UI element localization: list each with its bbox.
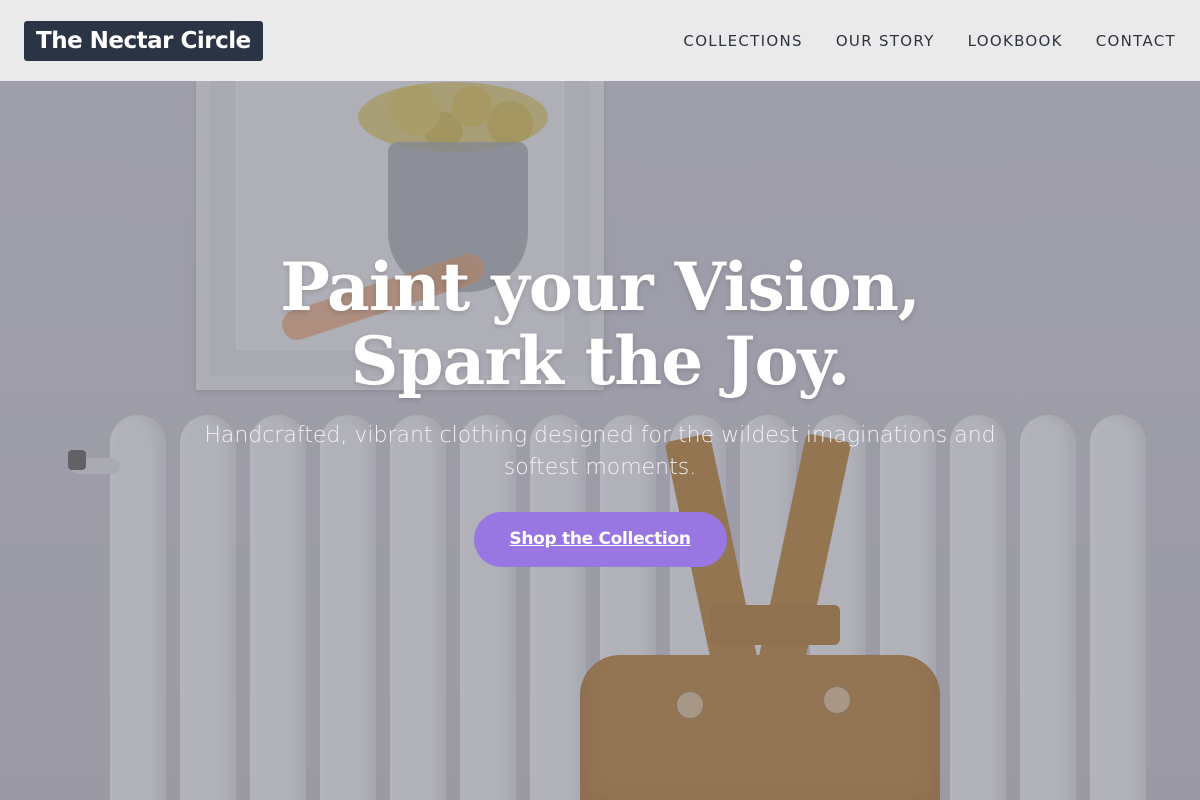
nav-lookbook[interactable]: LOOKBOOK (968, 32, 1063, 50)
nav-contact[interactable]: CONTACT (1096, 32, 1176, 50)
hero-content: Paint your Vision, Spark the Joy. Handcr… (0, 250, 1200, 567)
main-nav: COLLECTIONS OUR STORY LOOKBOOK CONTACT (683, 32, 1176, 50)
hero-headline: Paint your Vision, Spark the Joy. (0, 250, 1200, 398)
hero-subtext: Handcrafted, vibrant clothing designed f… (204, 423, 996, 480)
site-header: The Nectar Circle COLLECTIONS OUR STORY … (0, 0, 1200, 81)
headline-line-2: Spark the Joy. (350, 322, 850, 400)
site-logo[interactable]: The Nectar Circle (24, 20, 263, 61)
nav-collections[interactable]: COLLECTIONS (683, 32, 802, 50)
shop-collection-button[interactable]: Shop the Collection (473, 512, 727, 567)
nav-our-story[interactable]: OUR STORY (836, 32, 935, 50)
headline-line-1: Paint your Vision, (280, 248, 921, 326)
